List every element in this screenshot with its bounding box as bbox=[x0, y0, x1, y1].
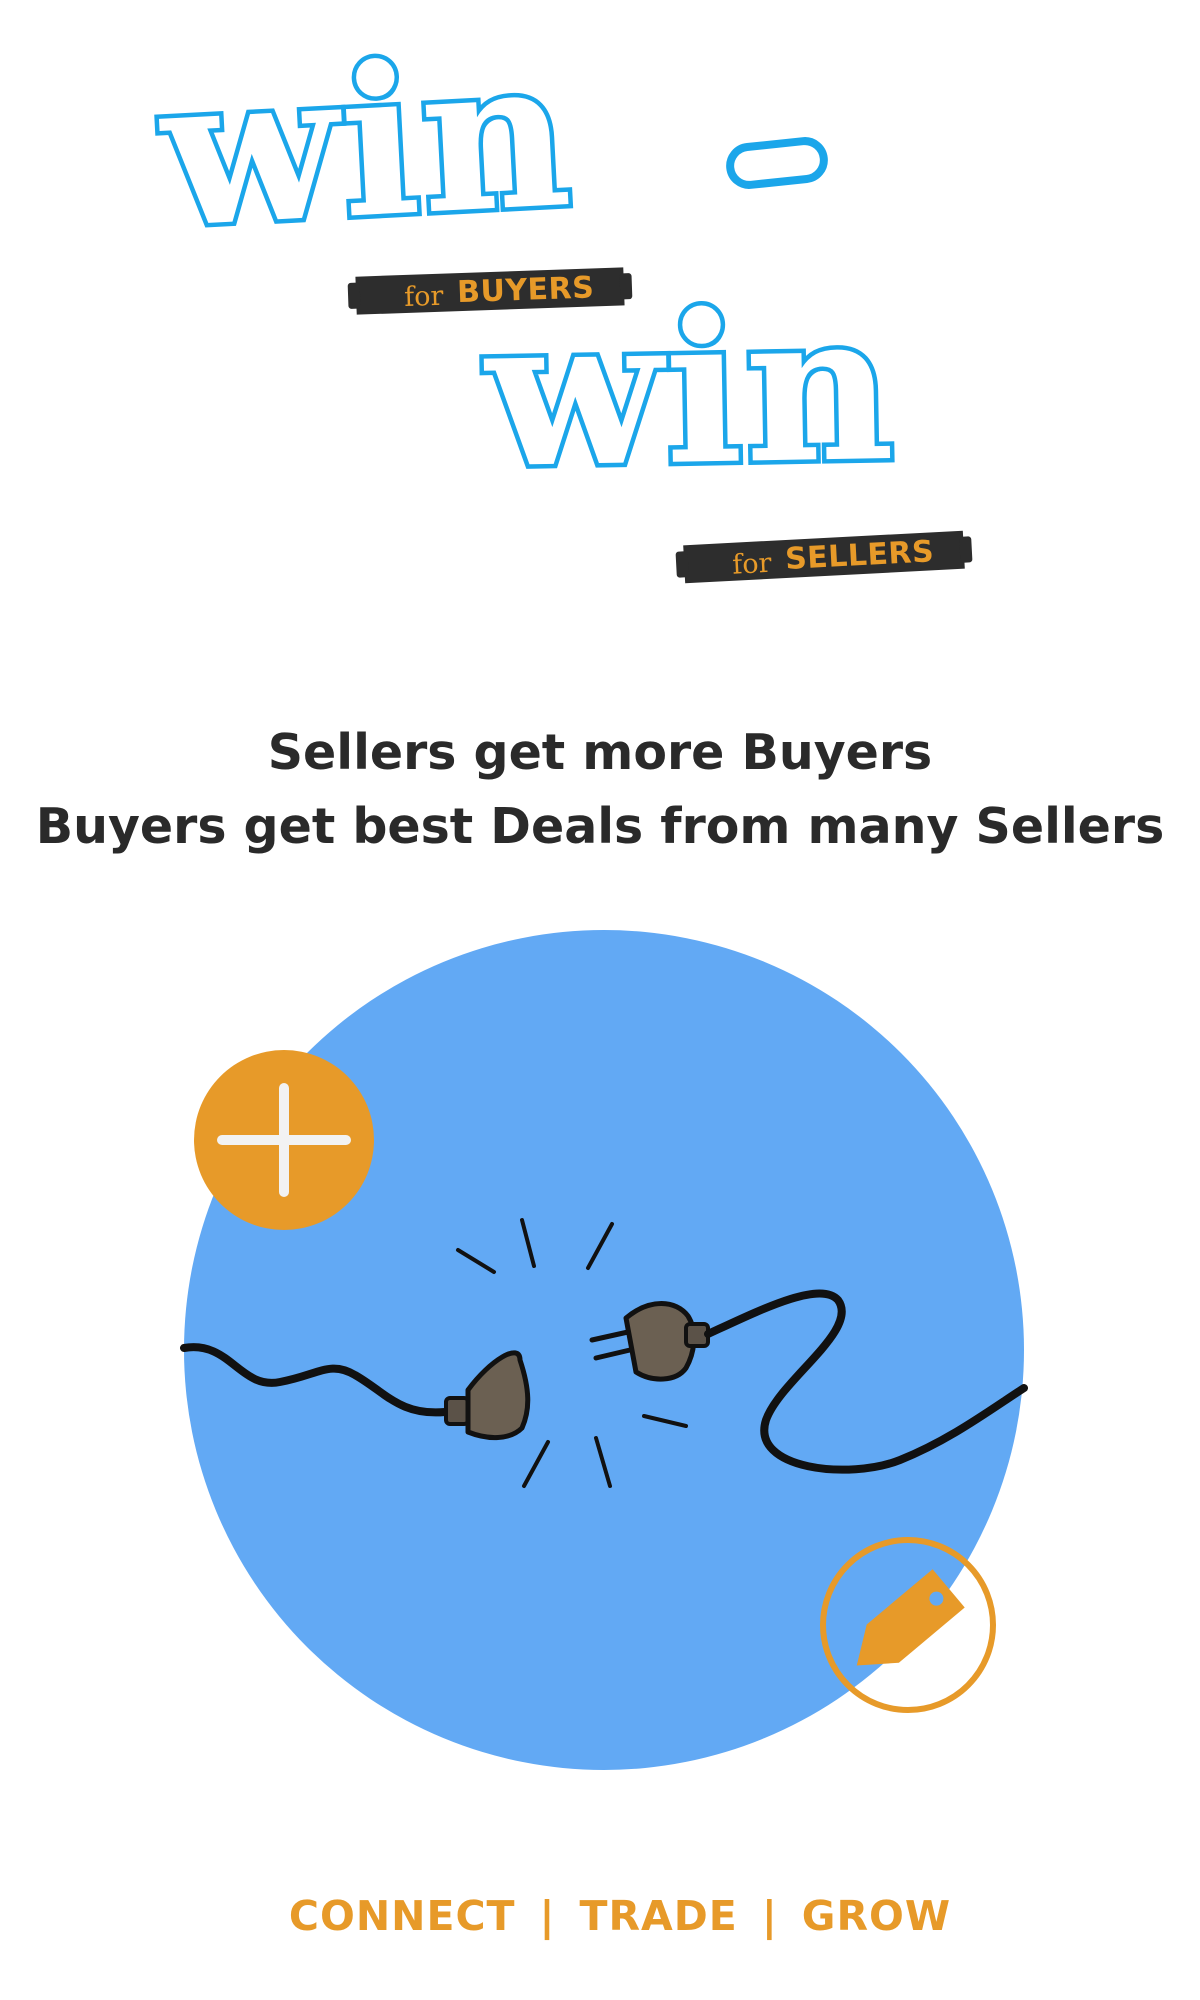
motto-grow: GROW bbox=[801, 1892, 952, 1940]
logo-dash bbox=[723, 134, 831, 192]
connection-illustration bbox=[180, 930, 1028, 1770]
for-sellers-tag: for SELLERS bbox=[683, 530, 966, 584]
motto-separator: | bbox=[761, 1892, 778, 1940]
logo-word-win-2: win bbox=[480, 262, 903, 518]
plus-badge bbox=[194, 1050, 374, 1230]
tagline-line-2: Buyers get best Deals from many Sellers bbox=[35, 798, 1165, 855]
tag-for-label: for bbox=[403, 280, 444, 313]
win-win-logo: win for BUYERS win for SELLERS bbox=[0, 0, 1200, 620]
motto-separator: | bbox=[539, 1892, 556, 1940]
motto-connect: CONNECT bbox=[288, 1892, 516, 1940]
motto: CONNECT | TRADE | GROW bbox=[0, 1892, 1200, 1940]
tagline: Sellers get more Buyers Buyers get best … bbox=[0, 716, 1200, 864]
tag-for-label: for bbox=[731, 547, 773, 581]
motto-trade: TRADE bbox=[579, 1892, 738, 1940]
tagline-line-1: Sellers get more Buyers bbox=[267, 724, 933, 781]
tag-role-sellers: SELLERS bbox=[784, 533, 935, 577]
logo-word-win-1: win bbox=[152, 8, 582, 278]
